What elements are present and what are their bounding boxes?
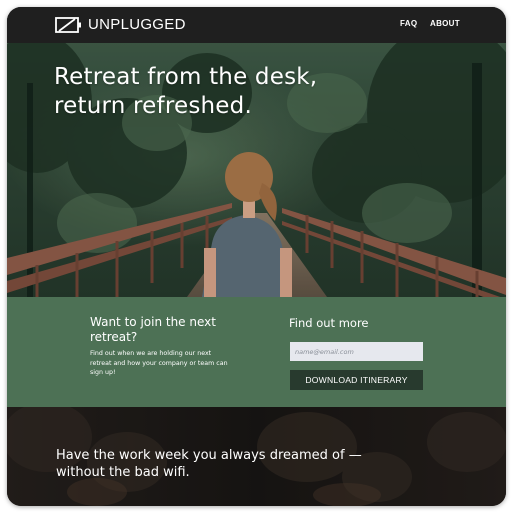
hero-section: Retreat from the desk, return refreshed. — [7, 43, 506, 297]
signup-band: Want to join the next retreat? Find out … — [7, 297, 506, 407]
page-frame: UNPLUGGED FAQ ABOUT Retreat from the des… — [7, 7, 506, 506]
bottom-tagline: Have the work week you always dreamed of… — [56, 447, 476, 481]
bottom-tagline-line2: without the bad wifi. — [56, 465, 190, 480]
download-itinerary-button[interactable]: DOWNLOAD ITINERARY — [290, 370, 423, 390]
bottom-tagline-line1: Have the work week you always dreamed of… — [56, 448, 362, 463]
hero-title-line2: return refreshed. — [54, 93, 252, 119]
join-description: Find out when we are holding our next re… — [90, 350, 228, 376]
hero-title: Retreat from the desk, return refreshed. — [54, 63, 317, 121]
bottom-section: Have the work week you always dreamed of… — [7, 407, 506, 506]
unplugged-battery-icon — [55, 17, 81, 33]
join-title: Want to join the next retreat? — [90, 315, 216, 344]
nav-link-faq[interactable]: FAQ — [400, 19, 417, 28]
top-nav: UNPLUGGED FAQ ABOUT — [7, 7, 506, 43]
email-input[interactable] — [290, 342, 423, 361]
nav-link-about[interactable]: ABOUT — [430, 19, 460, 28]
find-out-more-title: Find out more — [289, 316, 369, 330]
hero-title-line1: Retreat from the desk, — [54, 64, 318, 90]
logo-text[interactable]: UNPLUGGED — [88, 15, 186, 35]
